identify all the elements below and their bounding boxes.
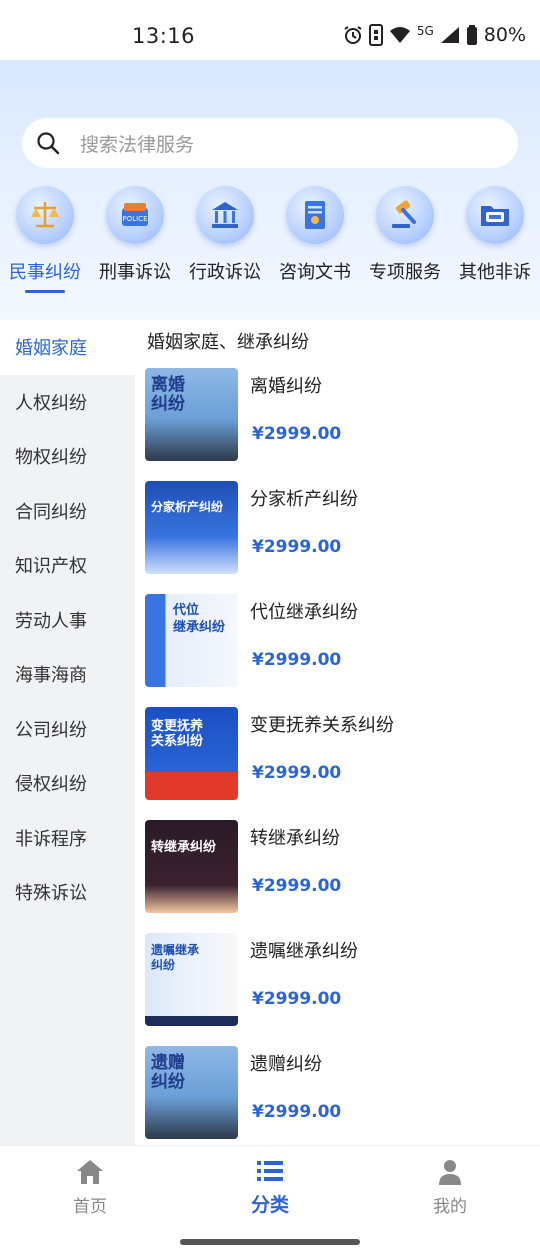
- product-thumbnail: 遗嘱继承 纠纷: [145, 933, 238, 1026]
- status-icons: 5G 80%: [343, 24, 526, 46]
- category-row: 民事纠纷 POLICE 刑事诉讼 行政诉讼 咨询文书 专项服务 其他非诉: [0, 186, 540, 296]
- folder-icon: [466, 186, 524, 244]
- tab-label: 首页: [73, 1197, 107, 1217]
- wifi-icon: [389, 27, 410, 43]
- tab-home[interactable]: 首页: [45, 1158, 135, 1217]
- document-icon: [286, 186, 344, 244]
- product-item[interactable]: 遗赠 纠纷 遗赠纠纷 ¥2999.00: [145, 1046, 535, 1141]
- signal-icon: [440, 27, 459, 43]
- product-thumbnail: 离婚 纠纷: [145, 368, 238, 461]
- sidebar: 婚姻家庭 人权纠纷 物权纠纷 合同纠纷 知识产权 劳动人事 海事海商 公司纠纷 …: [0, 320, 135, 1145]
- tab-label: 我的: [433, 1197, 467, 1217]
- product-thumbnail: 变更抚养 关系纠纷: [145, 707, 238, 800]
- category-consultation-documents[interactable]: 咨询文书: [270, 186, 360, 284]
- sidebar-item-special-litigation[interactable]: 特殊诉讼: [0, 865, 135, 920]
- thumbnail-text: 转继承纠纷: [151, 840, 217, 855]
- product-price: ¥2999.00: [252, 989, 342, 1009]
- sidebar-item-company[interactable]: 公司纠纷: [0, 702, 135, 757]
- system-navigation-bar: [0, 1225, 540, 1260]
- product-item[interactable]: 遗嘱继承 纠纷 遗嘱继承纠纷 ¥2999.00: [145, 933, 535, 1028]
- user-icon: [439, 1160, 461, 1185]
- product-thumbnail: 代位 继承纠纷: [145, 594, 238, 687]
- sidebar-item-property-rights[interactable]: 物权纠纷: [0, 429, 135, 484]
- product-list: 婚姻家庭、继承纠纷 离婚 纠纷 离婚纠纷 ¥2999.00 分家析产纠纷 分家析产…: [135, 320, 540, 1145]
- sidebar-item-tort[interactable]: 侵权纠纷: [0, 756, 135, 811]
- sidebar-item-contract[interactable]: 合同纠纷: [0, 484, 135, 539]
- product-name: 代位继承纠纷: [250, 602, 358, 623]
- home-indicator[interactable]: [180, 1239, 360, 1245]
- thumbnail-text: 代位 继承纠纷: [173, 603, 226, 635]
- category-civil-dispute[interactable]: 民事纠纷: [0, 186, 90, 293]
- alarm-icon: [344, 26, 362, 44]
- sidebar-item-human-rights[interactable]: 人权纠纷: [0, 375, 135, 430]
- section-title: 婚姻家庭、继承纠纷: [147, 332, 309, 353]
- bottom-tab-bar: 首页 分类 我的: [0, 1145, 540, 1225]
- product-name: 遗赠纠纷: [250, 1054, 322, 1075]
- network-label: 5G: [416, 24, 434, 38]
- active-tab-underline: [25, 290, 65, 293]
- gavel-icon: [376, 186, 434, 244]
- search-input[interactable]: 搜索法律服务: [22, 118, 518, 168]
- tab-mine[interactable]: 我的: [405, 1158, 495, 1217]
- thumbnail-text: 遗赠 纠纷: [151, 1053, 185, 1092]
- thumbnail-text: 分家析产纠纷: [151, 500, 224, 514]
- product-item[interactable]: 变更抚养 关系纠纷 变更抚养关系纠纷 ¥2999.00: [145, 707, 535, 802]
- product-price: ¥2999.00: [252, 763, 342, 783]
- battery-icon: [466, 25, 477, 45]
- sidebar-item-intellectual-property[interactable]: 知识产权: [0, 538, 135, 593]
- product-name: 离婚纠纷: [250, 376, 322, 397]
- category-special-services[interactable]: 专项服务: [360, 186, 450, 284]
- sidebar-item-maritime[interactable]: 海事海商: [0, 647, 135, 702]
- product-item[interactable]: 转继承纠纷 转继承纠纷 ¥2999.00: [145, 820, 535, 915]
- category-administrative-litigation[interactable]: 行政诉讼: [180, 186, 270, 284]
- vibrate-icon: [368, 24, 383, 46]
- search-placeholder: 搜索法律服务: [80, 133, 195, 156]
- header: 搜索法律服务 民事纠纷 POLICE 刑事诉讼 行政诉讼 咨询文书 专项服务 其…: [0, 60, 540, 320]
- thumbnail-text: 离婚 纠纷: [151, 375, 185, 414]
- scales-icon: [16, 186, 74, 244]
- product-name: 转继承纠纷: [250, 828, 340, 849]
- category-label: 民事纠纷: [9, 262, 81, 283]
- government-building-icon: [196, 186, 254, 244]
- battery-percent: 80%: [483, 24, 526, 46]
- product-price: ¥2999.00: [252, 424, 342, 444]
- product-thumbnail: 遗赠 纠纷: [145, 1046, 238, 1139]
- product-price: ¥2999.00: [252, 650, 342, 670]
- thumbnail-text: 遗嘱继承 纠纷: [151, 943, 200, 972]
- sidebar-item-non-litigation[interactable]: 非诉程序: [0, 811, 135, 866]
- list-icon: [257, 1161, 283, 1181]
- product-item[interactable]: 代位 继承纠纷 代位继承纠纷 ¥2999.00: [145, 594, 535, 689]
- product-thumbnail: 分家析产纠纷: [145, 481, 238, 574]
- product-name: 变更抚养关系纠纷: [250, 715, 394, 736]
- svg-text:POLICE: POLICE: [122, 215, 147, 223]
- category-label: 刑事诉讼: [99, 262, 171, 283]
- category-label: 其他非诉: [459, 262, 531, 283]
- search-icon: [37, 132, 60, 155]
- product-item[interactable]: 离婚 纠纷 离婚纠纷 ¥2999.00: [145, 368, 535, 463]
- category-label: 行政诉讼: [189, 262, 261, 283]
- status-bar: 13:16 5G 80%: [0, 0, 540, 60]
- product-price: ¥2999.00: [252, 1102, 342, 1122]
- category-label: 专项服务: [369, 262, 441, 283]
- tab-category[interactable]: 分类: [225, 1158, 315, 1217]
- sidebar-item-labor[interactable]: 劳动人事: [0, 593, 135, 648]
- thumbnail-text: 变更抚养 关系纠纷: [151, 719, 204, 749]
- status-time: 13:16: [132, 24, 196, 48]
- product-thumbnail: 转继承纠纷: [145, 820, 238, 913]
- tab-label: 分类: [250, 1194, 289, 1216]
- category-criminal-litigation[interactable]: POLICE 刑事诉讼: [90, 186, 180, 284]
- product-price: ¥2999.00: [252, 537, 342, 557]
- category-label: 咨询文书: [279, 262, 351, 283]
- category-other-non-litigation[interactable]: 其他非诉: [450, 186, 540, 284]
- police-icon: POLICE: [106, 186, 164, 244]
- product-name: 遗嘱继承纠纷: [250, 941, 358, 962]
- home-icon: [77, 1160, 103, 1184]
- sidebar-item-marriage-family[interactable]: 婚姻家庭: [0, 320, 135, 375]
- product-name: 分家析产纠纷: [250, 489, 358, 510]
- product-item[interactable]: 分家析产纠纷 分家析产纠纷 ¥2999.00: [145, 481, 535, 576]
- product-price: ¥2999.00: [252, 876, 342, 896]
